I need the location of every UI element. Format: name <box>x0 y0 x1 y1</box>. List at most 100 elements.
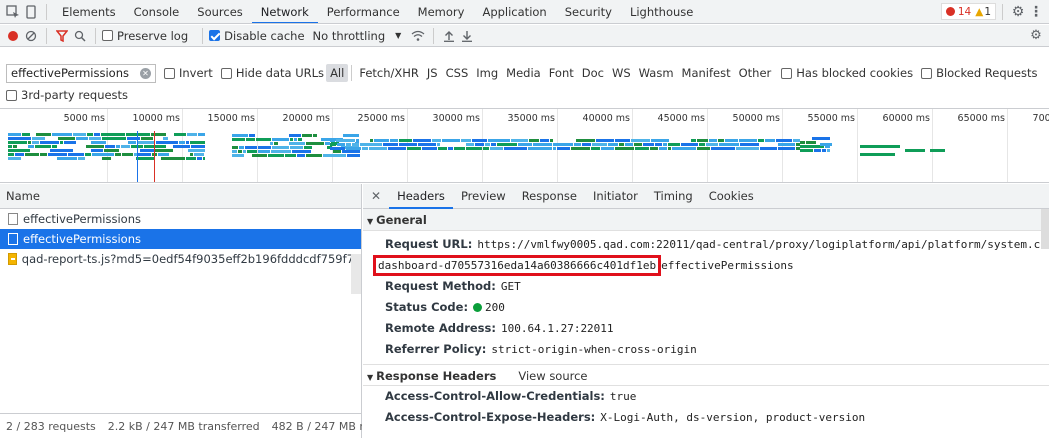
tab-lighthouse[interactable]: Lighthouse <box>621 0 702 23</box>
tab-preview[interactable]: Preview <box>453 184 514 209</box>
tab-headers[interactable]: Headers <box>389 184 453 209</box>
filter-icon[interactable] <box>53 27 71 45</box>
waterfall-bar <box>905 149 925 152</box>
scrollbar[interactable] <box>351 254 361 294</box>
close-details-icon[interactable]: ✕ <box>363 189 389 203</box>
tab-timing[interactable]: Timing <box>646 184 701 209</box>
type-filter-css[interactable]: CSS <box>442 64 473 82</box>
request-method-row: Request Method: GET <box>385 279 521 293</box>
preserve-log-checkbox[interactable]: Preserve log <box>102 29 188 43</box>
waterfall-bar <box>104 149 119 152</box>
invert-checkbox[interactable]: Invert <box>164 66 213 80</box>
search-icon[interactable] <box>71 27 89 45</box>
tab-memory[interactable]: Memory <box>409 0 474 23</box>
type-filter-all[interactable]: All <box>326 64 349 82</box>
details-scrollbar[interactable] <box>1041 209 1049 249</box>
settings-gear-icon[interactable]: ⚙ <box>1009 3 1027 21</box>
import-har-icon[interactable] <box>440 27 458 45</box>
waterfall-bar <box>399 139 412 142</box>
request-row[interactable]: qad-report-ts.js?md5=0edf54f9035eff2b196… <box>0 249 361 269</box>
tab-security[interactable]: Security <box>556 0 621 23</box>
timeline-gridline <box>632 109 633 182</box>
filter-input[interactable]: effectivePermissions ✕ <box>6 63 156 83</box>
waterfall-bar <box>243 150 246 153</box>
clear-icon[interactable] <box>22 27 40 45</box>
name-column-header[interactable]: Name <box>0 184 361 209</box>
type-filter-wasm[interactable]: Wasm <box>635 64 678 82</box>
request-count: 2 / 283 requests <box>6 419 96 433</box>
tab-elements[interactable]: Elements <box>53 0 125 23</box>
type-filter-media[interactable]: Media <box>502 64 545 82</box>
request-row[interactable]: effectivePermissions <box>0 209 361 229</box>
type-filter-fetch-xhr[interactable]: Fetch/XHR <box>355 64 423 82</box>
waterfall-bar <box>68 153 84 156</box>
waterfall-bar <box>313 134 317 137</box>
disable-cache-checkbox[interactable]: Disable cache <box>209 29 305 43</box>
waterfall-bar <box>174 133 186 136</box>
request-url-continuation: dashboard-d70557316eda14a60386666c401df1… <box>363 255 1049 276</box>
waterfall-bar <box>778 143 795 146</box>
waterfall-bar <box>454 147 465 150</box>
export-har-icon[interactable] <box>458 27 476 45</box>
waterfall-bar <box>390 139 398 142</box>
issues-counter[interactable]: 14 ▲ 1 <box>940 3 996 20</box>
waterfall-bar <box>736 147 759 150</box>
has-blocked-cookies-checkbox[interactable]: Has blocked cookies <box>781 66 913 80</box>
tab-initiator[interactable]: Initiator <box>585 184 646 209</box>
details-tab-bar: ✕ Headers Preview Response Initiator Tim… <box>363 184 1049 209</box>
waterfall-bar <box>827 149 830 152</box>
type-filter-font[interactable]: Font <box>545 64 578 82</box>
waterfall-bar <box>50 149 73 152</box>
waterfall-bar <box>105 145 115 148</box>
waterfall-bar <box>330 139 335 142</box>
type-filter-js[interactable]: JS <box>423 64 442 82</box>
throttling-select[interactable]: No throttling ▼ <box>313 29 402 43</box>
waterfall-bar <box>488 139 510 142</box>
clear-filter-icon[interactable]: ✕ <box>140 67 151 79</box>
waterfall-bar <box>438 147 447 150</box>
remote-address-row: Remote Address: 100.64.1.27:22011 <box>385 321 614 335</box>
waterfall-bar <box>342 150 360 153</box>
tab-cookies[interactable]: Cookies <box>701 184 762 209</box>
waterfall-bar <box>292 150 311 153</box>
waterfall-bar <box>8 153 14 156</box>
waterfall-bar <box>540 139 549 142</box>
tab-performance[interactable]: Performance <box>318 0 409 23</box>
type-filter-other[interactable]: Other <box>735 64 776 82</box>
timeline-tick-label: 35000 ms <box>507 113 555 124</box>
waterfall-bar <box>650 147 658 150</box>
type-filter-doc[interactable]: Doc <box>578 64 608 82</box>
divider <box>351 65 353 81</box>
general-section-header[interactable]: ▼ General <box>363 209 1049 231</box>
more-options-icon[interactable]: ⋮ <box>1027 3 1045 21</box>
waterfall-bar <box>158 153 169 156</box>
view-source-link[interactable]: View source <box>518 369 587 383</box>
waterfall-bar <box>528 147 552 150</box>
tab-application[interactable]: Application <box>473 0 555 23</box>
waterfall-bar <box>121 145 130 148</box>
device-toolbar-icon[interactable] <box>22 3 40 21</box>
network-conditions-icon[interactable] <box>409 27 427 45</box>
record-icon[interactable] <box>4 27 22 45</box>
tab-network[interactable]: Network <box>251 0 318 23</box>
inspect-element-icon[interactable] <box>4 3 22 21</box>
tab-sources[interactable]: Sources <box>188 0 252 23</box>
waterfall-bar <box>740 143 759 146</box>
type-filter-manifest[interactable]: Manifest <box>678 64 735 82</box>
tab-console[interactable]: Console <box>125 0 189 23</box>
network-settings-gear-icon[interactable]: ⚙ <box>1027 27 1045 45</box>
request-row-selected[interactable]: effectivePermissions <box>0 229 361 249</box>
waterfall-bar <box>187 133 197 136</box>
waterfall-bar <box>466 143 474 146</box>
third-party-requests-checkbox[interactable]: 3rd-party requests <box>6 88 128 102</box>
blocked-requests-checkbox[interactable]: Blocked Requests <box>921 66 1038 80</box>
tab-response[interactable]: Response <box>514 184 585 209</box>
type-filter-img[interactable]: Img <box>472 64 502 82</box>
waterfall-bar <box>333 150 341 153</box>
type-filter-ws[interactable]: WS <box>608 64 635 82</box>
hide-data-urls-checkbox[interactable]: Hide data URLs <box>220 66 324 80</box>
waterfall-bar <box>101 133 125 136</box>
network-overview-timeline[interactable]: 5000 ms 10000 ms 15000 ms 20000 ms 25000 ms 3… <box>0 108 1049 183</box>
waterfall-bar <box>163 137 168 140</box>
response-headers-section-header[interactable]: ▼ Response Headers View source <box>363 364 1049 386</box>
